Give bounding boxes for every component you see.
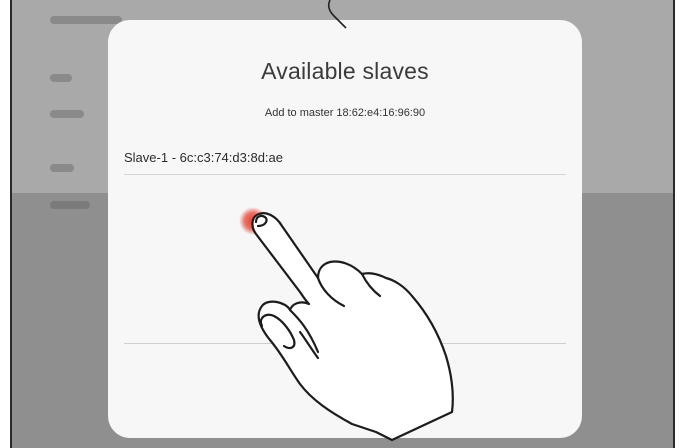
background-text-line	[50, 110, 84, 118]
background-text-line	[50, 164, 74, 172]
available-slaves-dialog: Available slaves Add to master 18:62:e4:…	[108, 20, 582, 438]
background-text-line	[50, 201, 90, 209]
slave-list-item[interactable]: Slave-1 - 6c:c3:74:d3:8d:ae	[124, 140, 566, 175]
dialog-subtitle: Add to master 18:62:e4:16:96:90	[264, 107, 426, 119]
device-screen: Available slaves Add to master 18:62:e4:…	[10, 0, 675, 448]
dialog-title: Available slaves	[261, 58, 429, 84]
background-text-line	[50, 74, 72, 82]
slave-item-label: Slave-1 - 6c:c3:74:d3:8d:ae	[124, 150, 283, 165]
background-text-line	[50, 16, 122, 24]
dialog-divider	[124, 343, 566, 344]
